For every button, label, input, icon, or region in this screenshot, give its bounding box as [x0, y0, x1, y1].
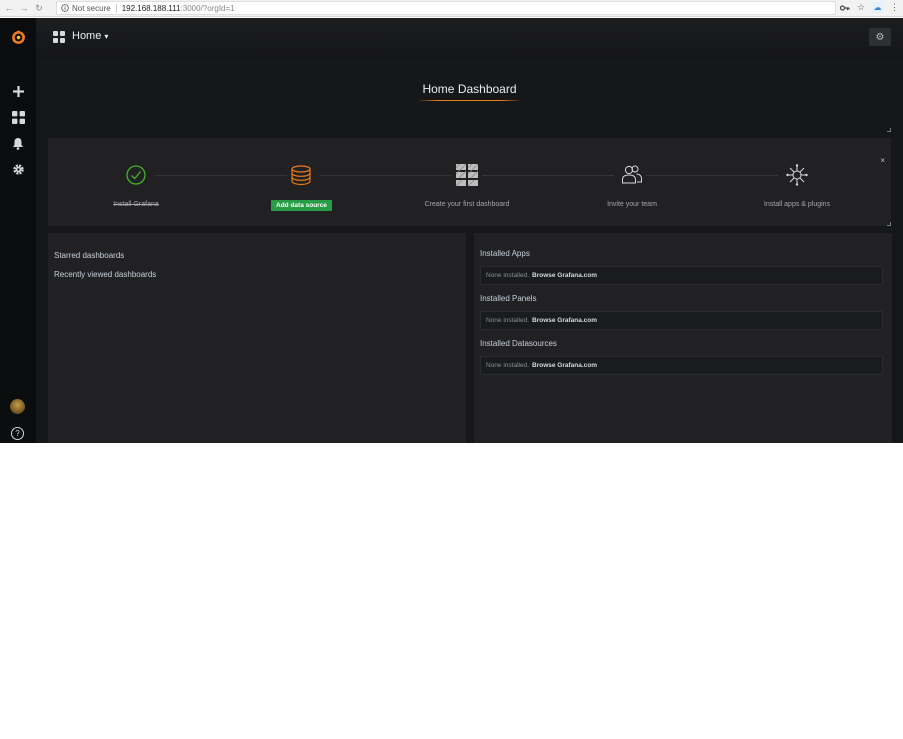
url-host: 192.168.188.111	[121, 3, 181, 13]
dashboards-grid-icon[interactable]	[8, 108, 28, 126]
check-circle-icon	[124, 163, 148, 187]
empty-text: None installed.	[486, 272, 529, 279]
user-avatar[interactable]	[10, 399, 25, 414]
address-bar[interactable]: Not secure 192.168.188.111:3000/?orgId=1	[56, 1, 836, 15]
step-connector	[319, 175, 451, 176]
browser-toolbar: ← → ↻ Not secure 192.168.188.111:3000/?o…	[0, 0, 903, 17]
reload-icon[interactable]: ↻	[33, 3, 45, 14]
home-title-panel: Home Dashboard	[48, 62, 891, 132]
step-invite-team[interactable]: Invite your team	[567, 201, 697, 208]
installed-apps-heading: Installed Apps	[480, 249, 530, 258]
caret-down-icon: ▾	[104, 32, 109, 41]
step-connector	[482, 175, 614, 176]
step-create-dashboard[interactable]: Create your first dashboard	[402, 201, 532, 208]
alerting-bell-icon[interactable]	[8, 134, 28, 152]
settings-cog-icon: ⚙	[875, 31, 885, 43]
step-install-grafana: Install Grafana	[113, 201, 159, 208]
dashboard-title-picker[interactable]: Home ▾	[72, 30, 108, 42]
bookmark-star-icon[interactable]: ☆	[857, 2, 865, 13]
step-connector	[155, 175, 287, 176]
page-title: Home Dashboard	[422, 82, 517, 96]
empty-text: None installed.	[486, 317, 529, 324]
recent-dashboards-heading: Recently viewed dashboards	[54, 270, 157, 279]
key-icon[interactable]	[839, 4, 850, 12]
database-icon[interactable]	[289, 163, 313, 187]
info-icon[interactable]	[61, 4, 69, 12]
dashboard-settings-button[interactable]: ⚙	[869, 28, 891, 46]
installed-datasources-heading: Installed Datasources	[480, 339, 557, 348]
forward-arrow-icon[interactable]: →	[18, 3, 30, 13]
add-data-source-button[interactable]: Add data source	[271, 200, 332, 211]
plugin-icon[interactable]	[785, 163, 809, 187]
installed-datasources-row: None installed. Browse Grafana.com	[480, 356, 883, 375]
browser-menu-icon[interactable]: ⋮	[890, 2, 899, 13]
top-navbar: Home ▾ ⚙	[36, 18, 903, 58]
dashboard-list-panel: Starred dashboards Recently viewed dashb…	[48, 233, 466, 443]
create-plus-icon[interactable]	[8, 82, 28, 100]
browse-grafana-link[interactable]: Browse Grafana.com	[532, 317, 597, 324]
grafana-app: ? Home ▾ ⚙ Home Dashboard Install Grafan…	[0, 18, 903, 443]
url-path: :3000/?orgId=1	[180, 3, 235, 13]
browse-grafana-link[interactable]: Browse Grafana.com	[532, 272, 597, 279]
installed-panels-row: None installed. Browse Grafana.com	[480, 311, 883, 330]
dashboard-grid-icon[interactable]	[455, 163, 479, 187]
getting-started-panel: Install Grafana Add data source Create y…	[48, 138, 891, 226]
extension-cloud-icon[interactable]: ☁	[872, 2, 883, 13]
configuration-gear-icon[interactable]	[8, 160, 28, 178]
step-install-plugins[interactable]: Install apps & plugins	[732, 201, 862, 208]
grafana-logo-icon[interactable]	[8, 28, 28, 46]
browse-grafana-link[interactable]: Browse Grafana.com	[532, 362, 597, 369]
panel-resize-handle[interactable]	[887, 128, 891, 132]
side-menu: ?	[0, 18, 36, 443]
help-icon[interactable]: ?	[11, 427, 24, 440]
close-icon[interactable]: ×	[880, 156, 885, 165]
security-status: Not secure	[72, 3, 111, 13]
installed-panels-heading: Installed Panels	[480, 294, 537, 303]
panel-resize-handle[interactable]	[887, 222, 891, 226]
empty-text: None installed.	[486, 362, 529, 369]
dashboard-title: Home	[72, 30, 102, 42]
users-icon[interactable]	[620, 163, 644, 187]
dashboard-search-icon[interactable]	[53, 31, 65, 43]
plugin-list-panel: Installed Apps None installed. Browse Gr…	[474, 233, 892, 443]
starred-dashboards-heading: Starred dashboards	[54, 251, 125, 260]
title-underline	[417, 100, 522, 101]
back-arrow-icon[interactable]: ←	[3, 3, 15, 13]
step-connector	[646, 175, 778, 176]
installed-apps-row: None installed. Browse Grafana.com	[480, 266, 883, 285]
